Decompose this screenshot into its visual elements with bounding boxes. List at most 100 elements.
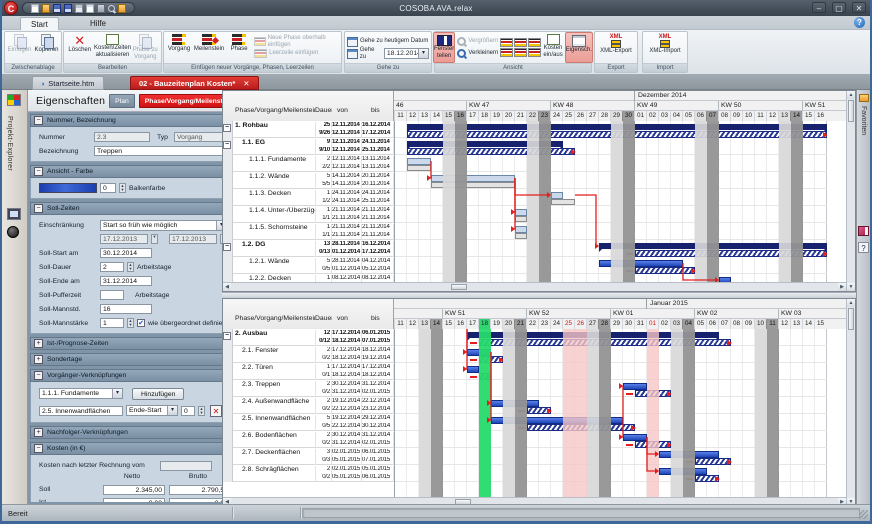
verknuepfung-typ-dropdown[interactable]: Ende-Start: [126, 405, 178, 416]
collapse-icon[interactable]: −: [34, 167, 43, 176]
gantt-table-row[interactable]: 1.1.5. Schornsteine 1 1/1 21.11.2014 21.11…: [223, 223, 394, 240]
tab-start[interactable]: Start: [20, 17, 59, 30]
gantt-table-row[interactable]: 2.1. Fenster 2 0/2 17.12.2014 18.12.2014 1…: [223, 346, 394, 363]
help-icon[interactable]: ?: [854, 17, 865, 28]
rechnung-datum-field[interactable]: [160, 460, 212, 471]
collapse-icon[interactable]: −: [34, 444, 43, 453]
view-style-1-icon[interactable]: [500, 38, 514, 47]
projekt-explorer-tab[interactable]: Projekt-Explorer: [6, 116, 13, 171]
close-button[interactable]: ✕: [852, 2, 866, 13]
delete-link-button[interactable]: ✕: [210, 404, 222, 417]
column-header-dauer[interactable]: Dauer: [315, 309, 332, 329]
gantt-table-row[interactable]: − 2. Ausbau 12 0/12 17.12.2014 18.12.2014 …: [223, 329, 394, 346]
tab-startseite[interactable]: Startseite.htm: [32, 76, 104, 90]
neue-phase-oberhalb-button[interactable]: Neue Phase oberhalb einfügen: [254, 35, 339, 48]
collapse-icon[interactable]: −: [34, 204, 43, 213]
soll-start-field[interactable]: 30.12.2014: [100, 248, 152, 258]
datum2-field[interactable]: 17.12.2013: [169, 234, 217, 244]
gantt-bar-hatch[interactable]: [686, 475, 720, 482]
book-icon[interactable]: [858, 226, 869, 236]
view-style-5-icon[interactable]: [514, 48, 528, 57]
soll-mannstaerke-field[interactable]: 1: [100, 318, 124, 328]
gantt-table-row[interactable]: 2.4. Außenwandfläche 2 0/2 19.12.2014 22.1…: [223, 397, 394, 414]
gantt-table-row[interactable]: 2.3. Treppen 2 0/2 30.12.2014 31.12.2014 3…: [223, 380, 394, 397]
column-header-dauer[interactable]: Dauer: [315, 101, 332, 121]
meilenstein-button[interactable]: Meilenstein: [194, 32, 224, 63]
phase-button[interactable]: Phase: [226, 32, 252, 63]
gantt-table-row[interactable]: − 1.2. DG 13 0/13 28.11.2014 01.12.2014 16…: [223, 240, 394, 257]
gantt-table-row[interactable]: 1.1.4. Unter-/Überzüge 1 1/1 21.11.2014 21…: [223, 206, 394, 223]
expand-icon[interactable]: +: [34, 428, 43, 437]
column-header-bis[interactable]: bis: [371, 309, 393, 329]
vertical-scrollbar[interactable]: ▲ ▼: [846, 91, 855, 291]
gantt-bar-done[interactable]: [515, 233, 527, 239]
collapse-row-icon[interactable]: −: [223, 141, 231, 149]
netto-field[interactable]: 0,00: [103, 497, 165, 502]
kopieren-button[interactable]: Kopieren: [34, 32, 59, 63]
collapse-icon[interactable]: −: [34, 116, 43, 125]
tab-plan[interactable]: Plan: [109, 93, 135, 108]
scroll-thumb[interactable]: [848, 308, 854, 330]
einschraenkung-dropdown[interactable]: Start so früh wie möglich: [100, 219, 227, 231]
collapse-row-icon[interactable]: −: [223, 332, 231, 340]
collapse-row-icon[interactable]: −: [223, 243, 231, 251]
soll-mannstaerke-spinner[interactable]: ▲ ▼: [127, 318, 134, 328]
bezeichnung-field[interactable]: Treppen: [94, 146, 225, 156]
column-header-von[interactable]: von: [337, 309, 365, 329]
gantt-table-row[interactable]: − 1. Rohbau 25 9/26 12.11.2014 12.11.2014 …: [223, 121, 394, 138]
farbe-wert-field[interactable]: 0: [100, 183, 116, 193]
gantt-table-row[interactable]: 1.1.3. Decken 1 1/2 24.11.2014 24.11.2014 …: [223, 189, 394, 206]
view-style-2-icon[interactable]: [514, 38, 528, 47]
uebergeordnet-checkbox[interactable]: ✔: [137, 319, 145, 327]
farbe-spinner[interactable]: ▲ ▼: [119, 183, 126, 193]
soll-puffer-field[interactable]: [100, 290, 124, 300]
vorgang-button[interactable]: Vorgang: [166, 32, 192, 63]
tab-bauzeitenplan[interactable]: 02 - Bauzeitenplan Kosten* ✕: [130, 76, 259, 90]
tab-hilfe[interactable]: Hilfe: [80, 17, 116, 30]
minimize-button[interactable]: –: [812, 2, 826, 13]
column-header-bis[interactable]: bis: [371, 101, 393, 121]
hinzufuegen-button[interactable]: Hinzufügen: [132, 387, 185, 400]
gantt-bar-task[interactable]: [623, 434, 647, 441]
gantt-bar-pale[interactable]: [515, 209, 527, 216]
favoriten-tab[interactable]: Favoriten: [860, 106, 867, 135]
soll-dauer-spinner[interactable]: ▲ ▼: [127, 262, 134, 272]
kosten-ein-aus-button[interactable]: Kosten ein/aus: [543, 32, 563, 63]
gantt-bar-task[interactable]: [623, 383, 647, 390]
gantt-bar-hatch[interactable]: [518, 407, 552, 414]
datum1-picker[interactable]: ▼: [151, 234, 158, 244]
eigensch-button[interactable]: Eigensch.: [564, 32, 594, 63]
column-header-phase[interactable]: Phase/Vorgang/Meilenstein: [235, 309, 315, 329]
netto-field[interactable]: 2.345,00: [103, 484, 165, 495]
expand-icon[interactable]: +: [34, 339, 43, 348]
help-box-icon[interactable]: ?: [858, 242, 869, 253]
project-explorer-icon[interactable]: [7, 94, 21, 106]
gantt-table-row[interactable]: 1.1.2. Wände 5 5/5 14.11.2014 14.11.2014 2…: [223, 172, 394, 189]
gantt-table-row[interactable]: 2.7. Deckenflächen 3 0/3 02.01.2015 05.01.…: [223, 448, 394, 465]
vorgaenger-name-field[interactable]: 2.5. Innenwandflächen: [39, 405, 123, 416]
gantt-bar-pale[interactable]: [515, 226, 527, 233]
view-style-3-icon[interactable]: [528, 38, 542, 47]
collapse-icon[interactable]: −: [34, 371, 43, 380]
fenster-teilen-button[interactable]: Fenster teilen: [432, 32, 456, 63]
favorites-folder-icon[interactable]: [859, 94, 869, 102]
einfuegen-button[interactable]: Einfügen: [7, 32, 32, 63]
gantt-bar-task[interactable]: [467, 366, 479, 373]
gantt-table-row[interactable]: 2.6. Bodenflächen 2 0/2 30.12.2014 31.12.2…: [223, 431, 394, 448]
globe-icon[interactable]: [7, 226, 19, 238]
datum-combobox[interactable]: 18.12.2014: [383, 48, 430, 59]
view-style-6-icon[interactable]: [528, 48, 542, 57]
kosten-zeiten-button[interactable]: Kosten/Zeiten aktualisieren: [94, 32, 131, 63]
loeschen-button[interactable]: ✕ Löschen: [66, 32, 94, 63]
gantt-table-row[interactable]: 2.5. Innenwandflächen 5 0/5 19.12.2014 22.…: [223, 414, 394, 431]
gantt-bar-pale[interactable]: [407, 158, 431, 165]
gantt-bar-done[interactable]: [515, 216, 527, 222]
gantt-table-row[interactable]: 1.1.1. Fundamente 2 2/2 12.11.2014 12.11.2…: [223, 155, 394, 172]
leerzeile-button[interactable]: Leerzeile einfügen: [254, 49, 339, 59]
soll-dauer-field[interactable]: 2: [100, 262, 124, 272]
expand-icon[interactable]: +: [34, 355, 43, 364]
gantt-table-row[interactable]: 2.8. Schrägflächen 2 0/2 02.01.2015 05.01.…: [223, 465, 394, 482]
gantt-bar-hatch[interactable]: [686, 458, 732, 465]
monitor-icon[interactable]: [7, 208, 21, 220]
verknuepfung-wert-field[interactable]: 0: [181, 405, 195, 416]
